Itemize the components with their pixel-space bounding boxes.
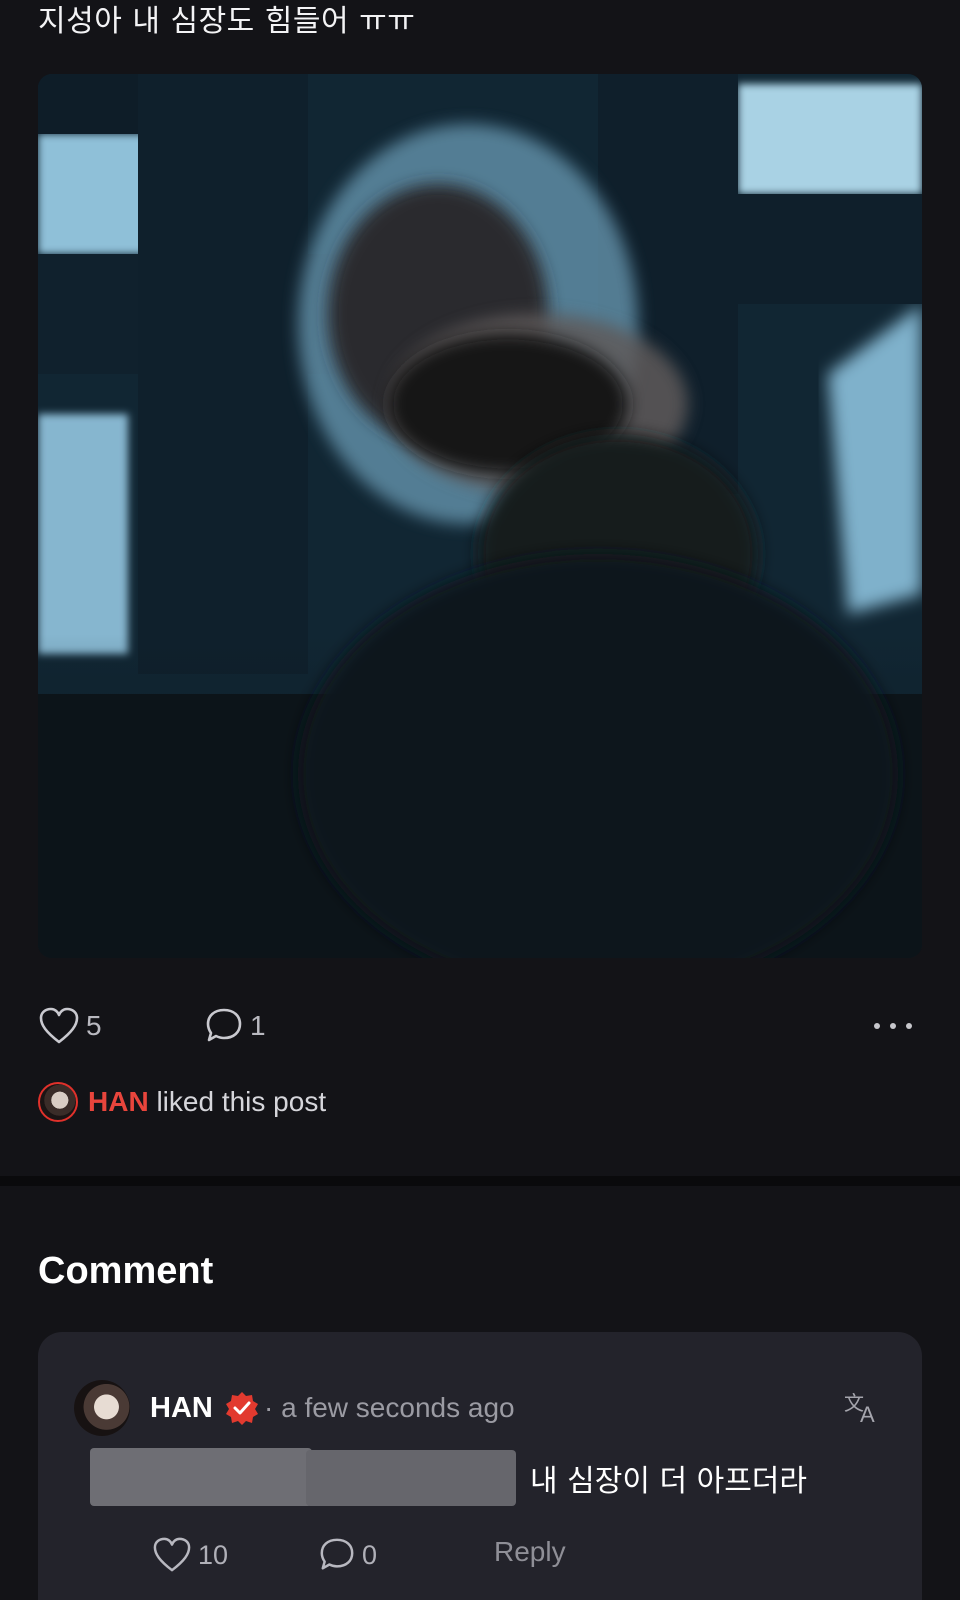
comment-like-button[interactable]: 10 [152, 1536, 228, 1574]
comment-count: 1 [250, 1010, 266, 1041]
heart-icon [153, 1537, 191, 1572]
post-image-art [38, 74, 922, 958]
post-page: 지성아 내 심장도 힘들어 ㅠㅠ 5 1 HAN liked this post… [0, 0, 960, 1600]
more-icon [874, 1023, 912, 1029]
comment-author[interactable]: HAN [150, 1392, 213, 1425]
verified-badge-icon [224, 1390, 260, 1431]
comment-text: 내 심장이 더 아프더라 [530, 1464, 808, 1499]
redacted-text [90, 1448, 516, 1508]
like-count: 5 [86, 1010, 102, 1041]
comment-like-count: 10 [198, 1539, 229, 1570]
post-actions: 5 1 [38, 1002, 922, 1050]
liked-by-suffix: liked this post [156, 1086, 327, 1117]
more-button[interactable] [874, 1002, 912, 1050]
liked-by-name[interactable]: HAN [88, 1086, 149, 1117]
comment-heading: Comment [38, 1250, 214, 1292]
comment-reply-count-button[interactable]: 0 [318, 1536, 377, 1574]
post-image[interactable] [38, 74, 922, 958]
comment-reply-count: 0 [362, 1539, 378, 1570]
section-divider [0, 1176, 960, 1186]
liked-by-row: HAN liked this post [38, 1080, 326, 1124]
reply-button[interactable]: Reply [494, 1536, 566, 1568]
avatar[interactable] [74, 1380, 130, 1436]
comment-bubble-icon [320, 1538, 354, 1570]
comment-timestamp: · a few seconds ago [264, 1392, 515, 1423]
heart-icon [39, 1007, 79, 1044]
post-title: 지성아 내 심장도 힘들어 ㅠㅠ [38, 4, 416, 39]
liked-by-text: HAN liked this post [88, 1086, 326, 1118]
translate-icon[interactable]: 文 A [842, 1388, 882, 1431]
comment-button[interactable]: 1 [204, 1002, 266, 1050]
svg-text:A: A [860, 1402, 875, 1426]
avatar[interactable] [38, 1082, 78, 1122]
comment-bubble-icon [206, 1008, 242, 1042]
like-button[interactable]: 5 [38, 1002, 102, 1050]
